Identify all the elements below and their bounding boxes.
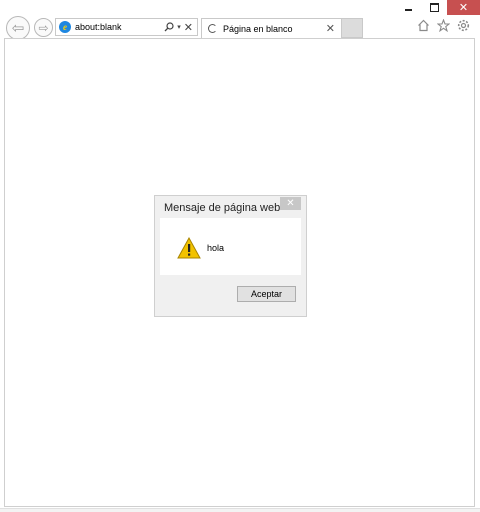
star-icon[interactable] (437, 19, 450, 32)
dialog-message: hola (207, 243, 225, 253)
minimize-button[interactable] (395, 0, 421, 15)
back-arrow-icon: ⇦ (11, 20, 25, 37)
close-icon[interactable]: ✕ (184, 21, 193, 34)
chevron-down-icon[interactable]: ▾ (177, 23, 181, 31)
back-button[interactable]: ⇦ (6, 16, 30, 40)
forward-button[interactable]: ⇨ (34, 18, 53, 37)
ok-button[interactable]: Aceptar (237, 286, 296, 302)
ie-logo-icon: e (59, 21, 71, 33)
bottom-border (0, 508, 480, 512)
dialog-body: hola (160, 218, 301, 275)
warning-icon (177, 237, 201, 259)
forward-arrow-icon: ⇨ (38, 20, 49, 35)
address-url[interactable]: about:blank (75, 22, 164, 32)
toolbar-right-icons (417, 19, 470, 32)
tab-close-icon[interactable]: ✕ (326, 22, 335, 35)
search-icon[interactable] (164, 22, 174, 32)
dialog-title: Mensaje de página web (164, 202, 281, 214)
home-icon[interactable] (417, 19, 430, 32)
new-tab-button[interactable] (342, 18, 363, 38)
browser-toolbar: ⇦ ⇨ e about:blank ▾ ✕ Página en blanco ✕ (0, 16, 480, 40)
loading-spinner-icon (208, 24, 217, 33)
alert-dialog: Mensaje de página web ✕ hola Aceptar (154, 195, 307, 317)
window-controls: ✕ (395, 0, 480, 15)
gear-icon[interactable] (457, 19, 470, 32)
dialog-close-button[interactable]: ✕ (280, 197, 301, 210)
window-close-button[interactable]: ✕ (447, 0, 480, 15)
tab-blank-page[interactable]: Página en blanco ✕ (201, 18, 342, 38)
address-tools: ▾ ✕ (164, 21, 193, 34)
tab-label: Página en blanco (223, 23, 293, 34)
address-bar[interactable]: e about:blank ▾ ✕ (55, 18, 198, 36)
maximize-button[interactable] (421, 0, 447, 15)
